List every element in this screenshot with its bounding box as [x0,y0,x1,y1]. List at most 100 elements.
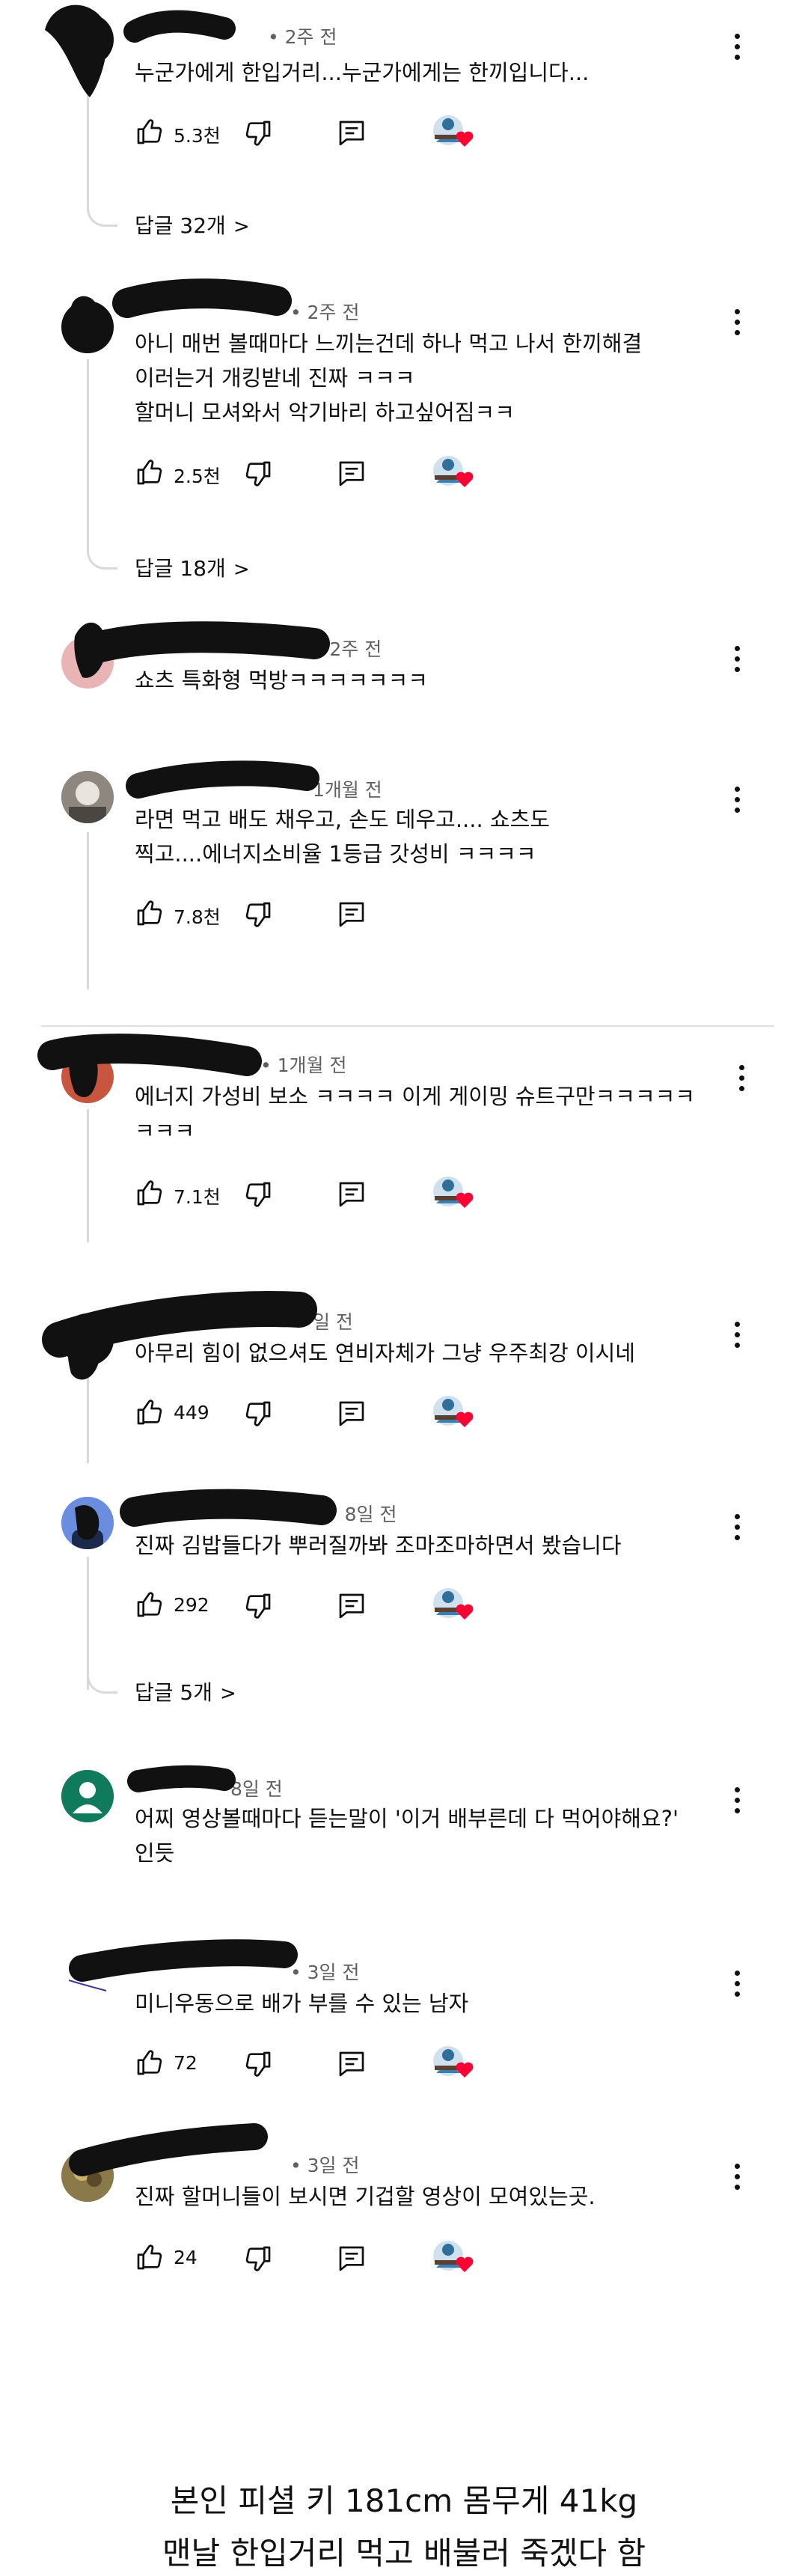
comment-time: • 1개월 전 [260,1054,347,1076]
more-vert-icon[interactable] [726,1316,748,1352]
creator-heart-icon [430,1587,477,1624]
thread-line [87,359,89,546]
author-redacted[interactable] [135,25,262,51]
reply-comment-icon[interactable] [337,1591,367,1621]
creator-heart-icon [430,454,477,492]
comment-actions: 7.1천 [135,1175,509,1212]
like-count: 5.3천 [174,125,221,147]
comment-text: 에너지 가성비 보소 ㅋㅋㅋㅋ 이게 게이밍 슈트구만ㅋㅋㅋㅋㅋ ㅋㅋㅋ [135,1084,695,1144]
comment-meta: 일 전 [135,1307,353,1336]
reply-comment-icon[interactable] [337,1399,367,1429]
thread-line [87,75,89,204]
thumbs-down-icon[interactable] [243,118,273,148]
thumbs-up-icon[interactable] [135,2048,165,2078]
more-vert-icon[interactable] [726,641,748,677]
thumbs-up-icon[interactable] [135,117,165,147]
chevron-right-icon: > [220,1682,236,1705]
comment-time: 일 전 [312,1311,353,1333]
reply-comment-icon[interactable] [337,900,367,930]
comment-meta: • 3일 전 [135,1958,360,1986]
thumbs-up-icon[interactable] [135,1397,165,1427]
thumbs-down-icon[interactable] [243,459,273,489]
comment-actions: 72 [135,2045,509,2082]
thumbs-down-icon[interactable] [243,900,273,930]
thumbs-up-icon[interactable] [135,1178,165,1208]
thumbs-down-icon[interactable] [243,1179,273,1209]
view-replies-button[interactable]: 답글 18개 > [135,552,250,582]
comment-text: 누군가에게 한입거리...누군가에게는 한끼입니다... [135,60,590,85]
author-redacted[interactable] [135,301,284,326]
thumbs-up-icon[interactable] [135,898,165,928]
avatar[interactable] [61,13,114,66]
more-vert-icon[interactable] [726,2158,748,2194]
reply-comment-icon[interactable] [337,459,367,489]
avatar[interactable] [61,1770,114,1822]
thumbs-up-icon[interactable] [135,1590,165,1620]
more-vert-icon[interactable] [730,1060,753,1096]
author-redacted[interactable] [135,2154,284,2179]
chevron-right-icon: > [233,216,250,238]
avatar[interactable] [61,1051,114,1103]
author-redacted[interactable] [135,1777,224,1803]
thumbs-down-icon[interactable] [243,2049,273,2079]
view-replies-button[interactable]: 답글 5개 > [135,1676,236,1706]
creator-heart-icon [430,2239,477,2277]
author-redacted[interactable] [135,638,277,663]
avatar[interactable] [61,636,114,689]
comment-meta: 11 • 2주 전 [135,635,382,663]
thumbs-down-icon[interactable] [243,2244,273,2274]
comment-actions: 5.3천 [135,114,509,151]
avatar[interactable] [61,2149,114,2202]
comment-actions: 2.5천 [135,454,509,492]
avatar-image [61,771,114,823]
caption-line-1: 본인 피셜 키 181cm 몸무게 41kg [170,2482,638,2519]
avatar[interactable] [61,1313,114,1366]
more-vert-icon[interactable] [726,781,748,817]
more-vert-icon[interactable] [726,1965,748,2001]
like-count: 2.5천 [174,466,221,487]
avatar[interactable] [61,1958,114,2010]
avatar[interactable] [61,771,114,823]
avatar[interactable] [61,1497,114,1549]
more-vert-icon[interactable] [726,1509,748,1545]
more-vert-icon[interactable] [726,28,748,64]
author-redacted[interactable] [135,1503,322,1528]
thumbs-up-icon[interactable] [135,457,165,487]
like-count: 449 [174,1402,209,1423]
reply-comment-icon[interactable] [337,2049,367,2079]
creator-heart-icon [430,114,477,151]
comment-text: 아무리 힘이 없으셔도 연비자체가 그냥 우주최강 이시네 [135,1340,635,1366]
thumbs-down-icon[interactable] [243,1399,273,1429]
thumbs-up-icon[interactable] [135,2242,165,2272]
avatar-image [61,1497,114,1549]
author-redacted[interactable] [135,778,307,804]
comment-time: 1개월 전 [312,779,382,801]
more-vert-icon[interactable] [726,304,748,340]
author-redacted[interactable] [135,1054,254,1079]
author-redacted[interactable] [135,1961,284,1986]
reply-comment-icon[interactable] [337,118,367,148]
reply-comment-icon[interactable] [337,1179,367,1209]
comment-time: 11 • 2주 전 [282,638,382,660]
section-divider [41,1025,774,1027]
comment-time: • 2주 전 [267,26,337,48]
comment-time: • 3일 전 [290,2155,360,2176]
more-vert-icon[interactable] [726,1782,748,1818]
comment-meta: • 3일 전 [135,2151,360,2179]
avatar[interactable] [61,301,114,353]
comment-actions: 292 [135,1587,509,1624]
thumbs-down-icon[interactable] [243,1591,273,1621]
comment-time: • 2주 전 [290,302,360,323]
like-count: 292 [174,1594,209,1616]
reply-comment-icon[interactable] [337,2244,367,2274]
thread-line [87,1366,89,1463]
replies-label: 답글 18개 [135,556,226,581]
comment-actions: 24 [135,2239,509,2277]
comment-meta: 1개월 전 [135,775,382,804]
thread-curve [87,1661,117,1694]
like-count: 24 [174,2247,198,2268]
thread-line [87,1109,89,1242]
author-redacted[interactable] [135,1310,307,1336]
chevron-right-icon: > [233,558,250,581]
view-replies-button[interactable]: 답글 32개 > [135,210,250,239]
